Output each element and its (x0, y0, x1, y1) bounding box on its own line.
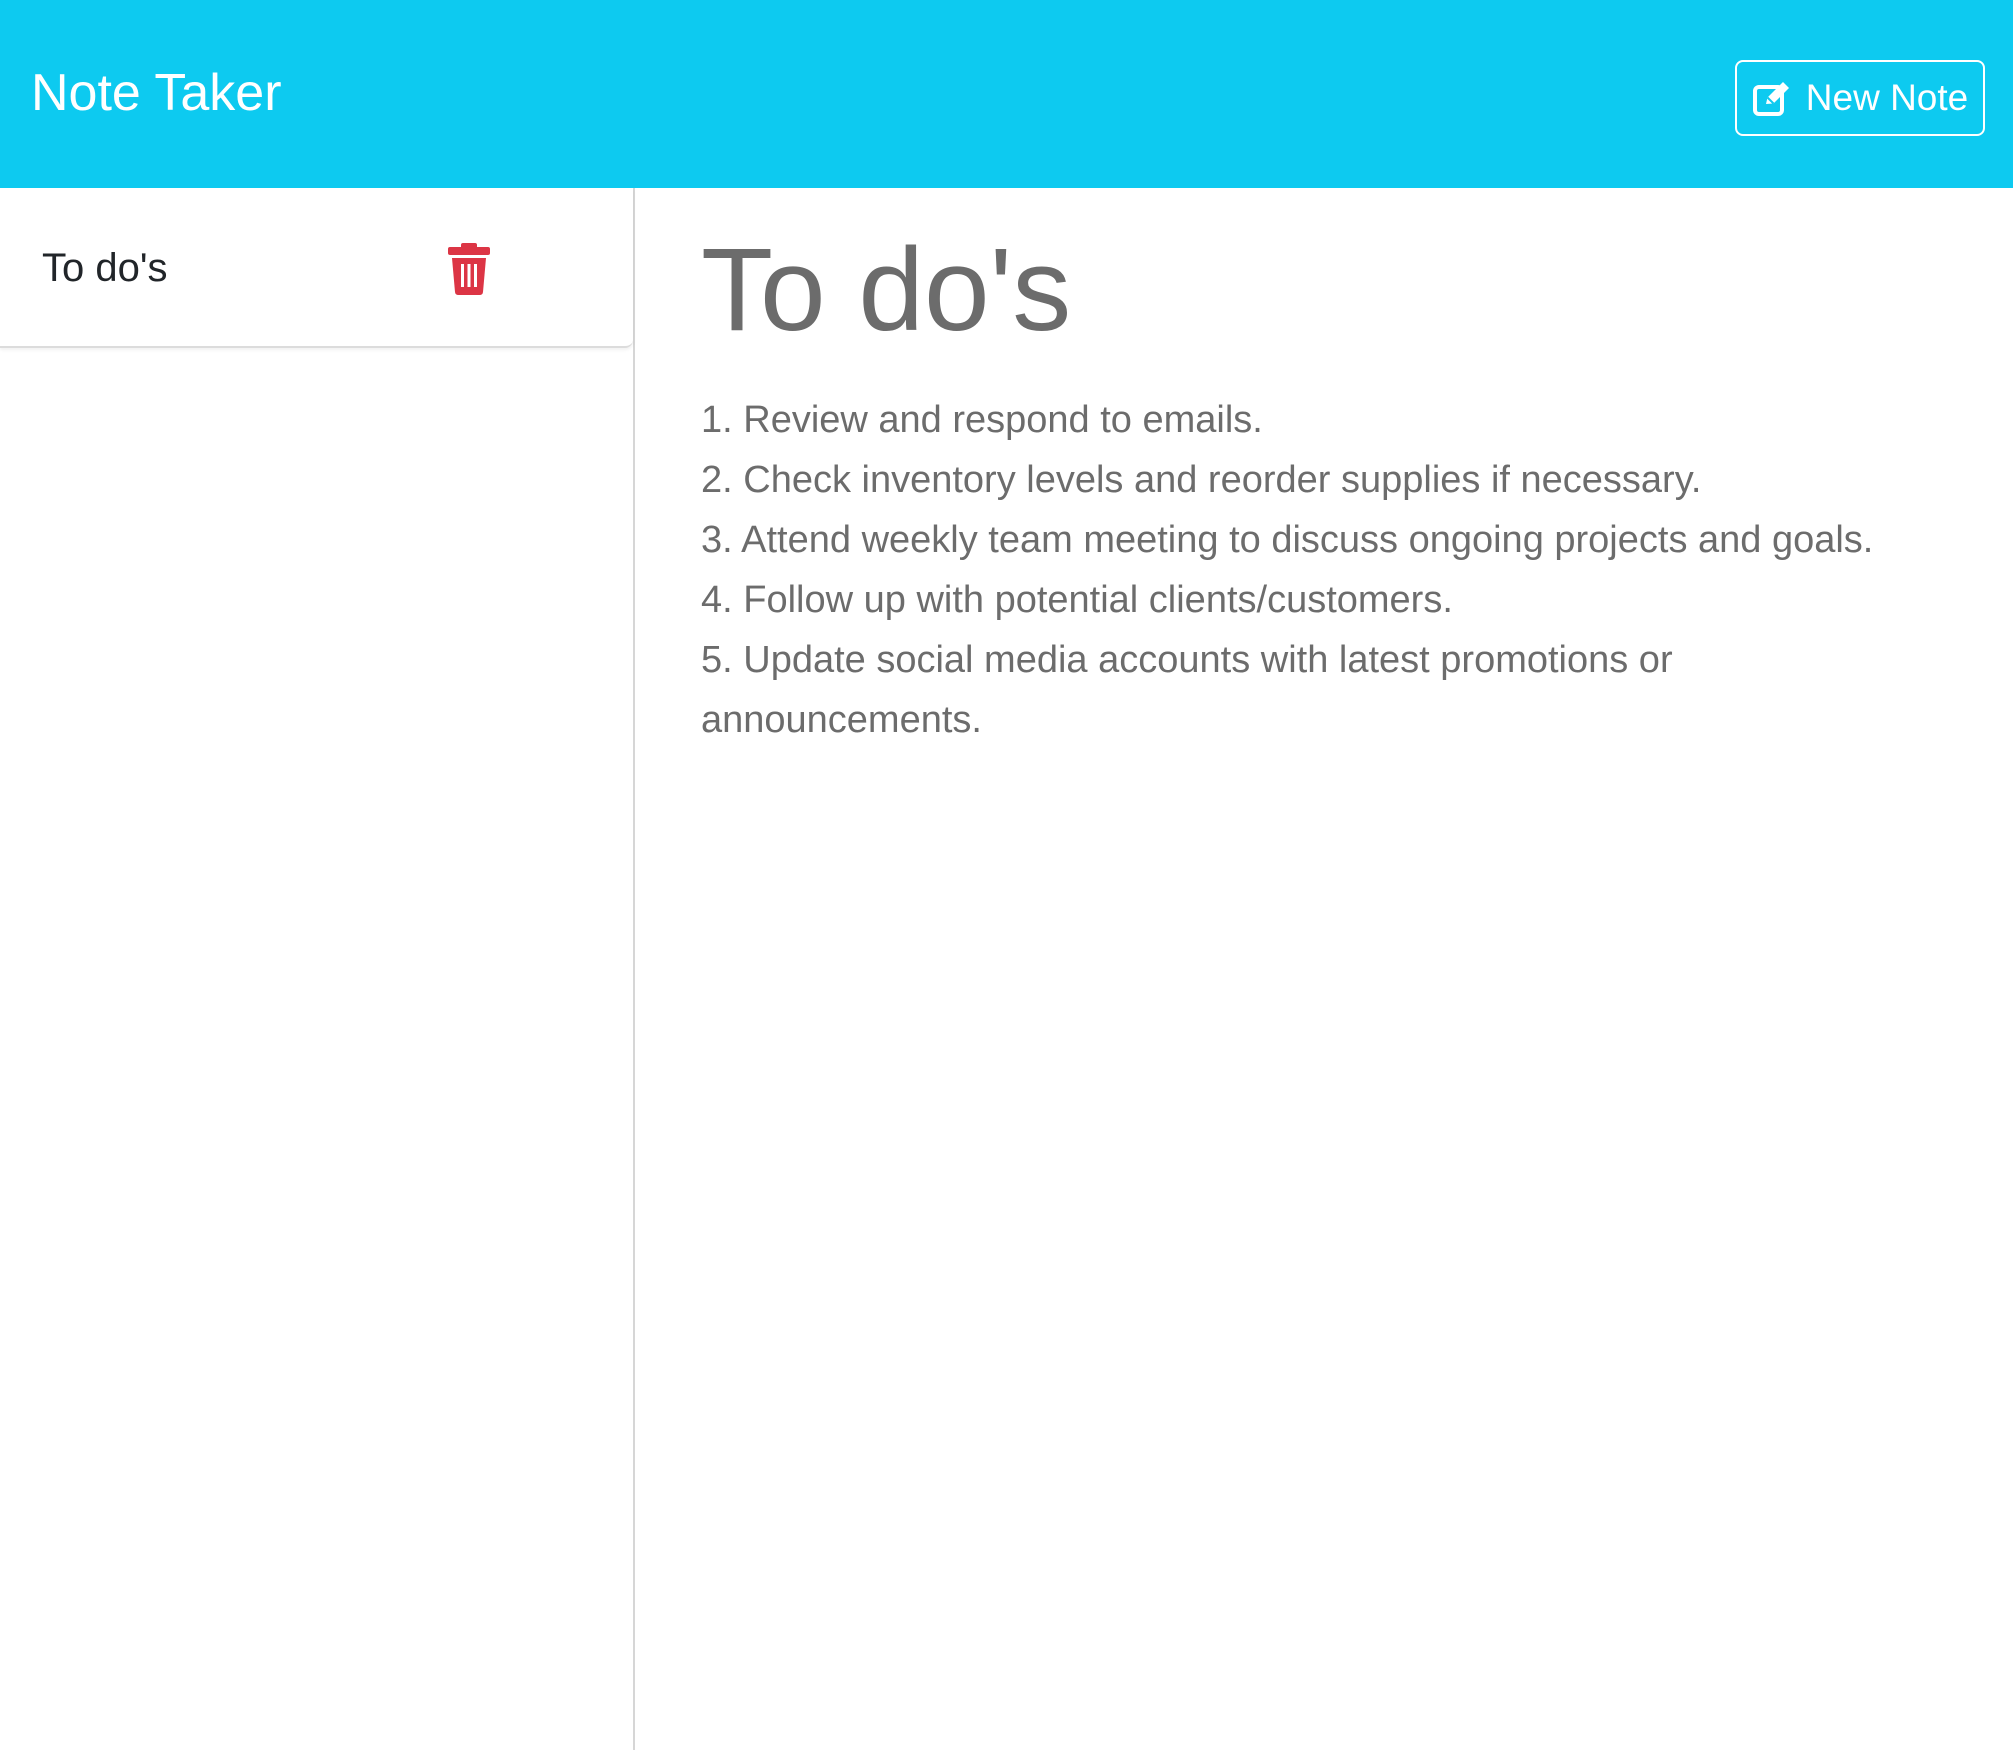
note-line: 4. Follow up with potential clients/cust… (701, 579, 1453, 621)
note-title[interactable]: To do's (701, 220, 1071, 360)
note-line: announcements. (701, 699, 982, 741)
note-line: 2. Check inventory levels and reorder su… (701, 459, 1702, 501)
note-line: 3. Attend weekly team meeting to discuss… (701, 519, 1874, 561)
app-title[interactable]: Note Taker (31, 60, 282, 126)
note-line: 1. Review and respond to emails. (701, 399, 1263, 441)
trash-icon[interactable] (446, 243, 492, 295)
list-item[interactable]: To do's (0, 188, 633, 348)
navbar: Note Taker New Note (0, 0, 2013, 188)
new-note-label: New Note (1805, 77, 1969, 118)
notes-sidebar: To do's (0, 188, 635, 1750)
note-body[interactable]: 1. Review and respond to emails. 2. Chec… (701, 390, 1991, 750)
pen-to-square-icon (1752, 79, 1792, 117)
note-editor: To do's 1. Review and respond to emails.… (635, 188, 2013, 1750)
note-line: 5. Update social media accounts with lat… (701, 639, 1673, 681)
new-note-button[interactable]: New Note (1735, 60, 1985, 136)
note-list-title: To do's (42, 246, 168, 290)
